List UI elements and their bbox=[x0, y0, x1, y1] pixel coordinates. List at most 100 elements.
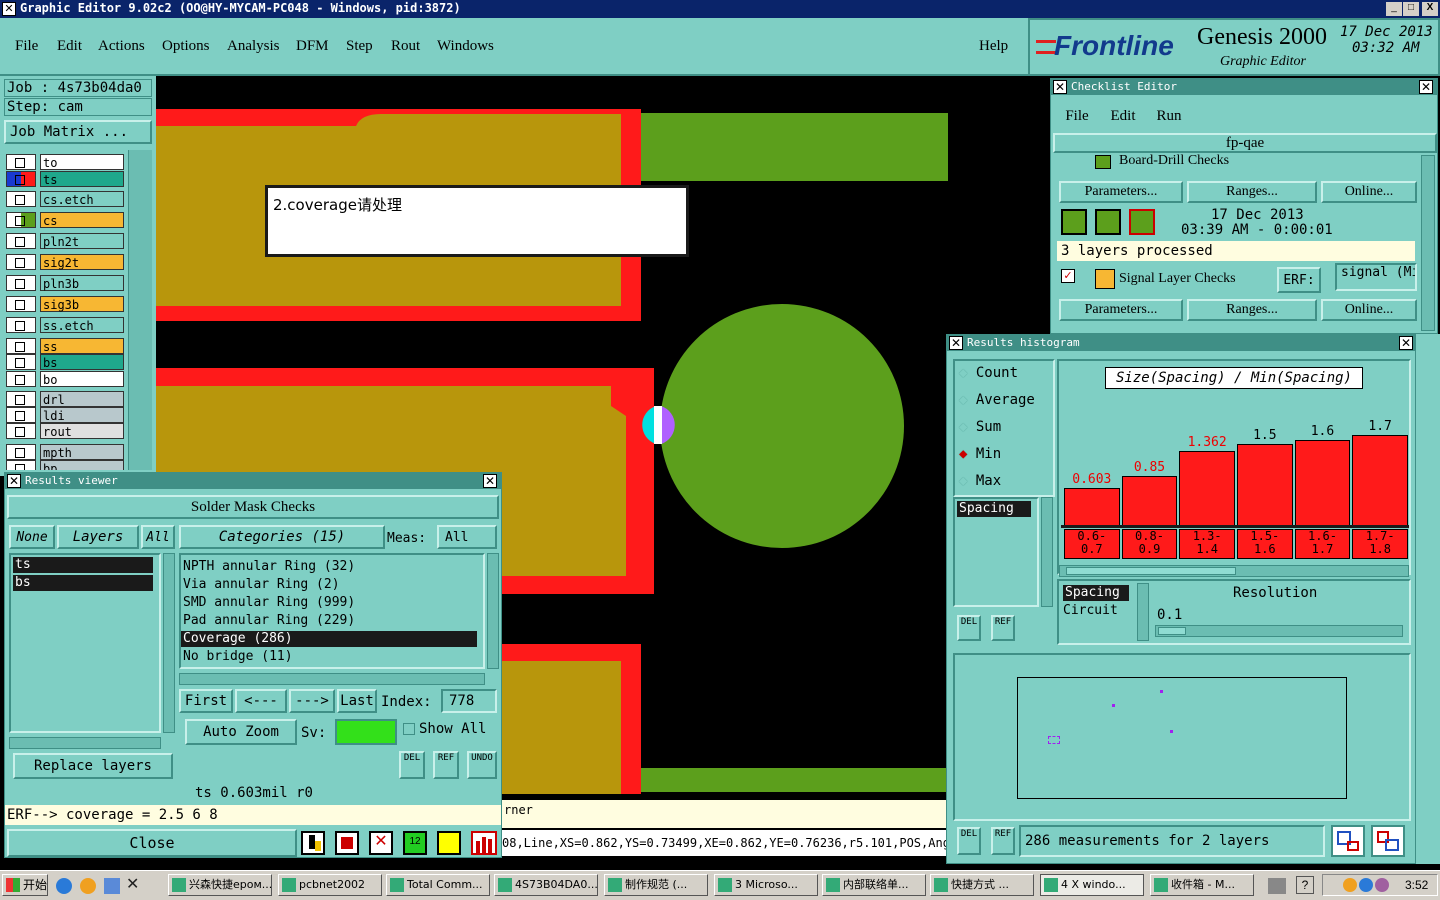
ref-button[interactable]: REF bbox=[433, 751, 459, 779]
layer-row-bp[interactable]: bp bbox=[6, 460, 124, 470]
layer-name[interactable]: bp bbox=[40, 460, 124, 470]
results-viewer-close-icon[interactable]: ✕ bbox=[483, 474, 497, 488]
ranges-button-1[interactable]: Ranges... bbox=[1187, 181, 1317, 203]
all-layers-button[interactable]: All bbox=[141, 525, 175, 549]
category-vscroll[interactable] bbox=[487, 553, 499, 669]
layer-name[interactable]: rout bbox=[40, 423, 124, 439]
layer-name[interactable]: ss.etch bbox=[40, 317, 124, 333]
clock-app-icon[interactable] bbox=[80, 878, 96, 894]
run-icon-3[interactable] bbox=[1129, 209, 1155, 235]
run-icon-1[interactable] bbox=[1061, 209, 1087, 235]
histogram-category[interactable]: 1.5- 1.6 bbox=[1237, 529, 1293, 559]
mode-average[interactable]: ◆ Average bbox=[959, 392, 1035, 408]
layer-name[interactable]: bs bbox=[40, 354, 124, 370]
result-layer-ts[interactable]: ts bbox=[13, 557, 153, 573]
category-no-bridge[interactable]: No bridge (11) bbox=[183, 649, 293, 664]
histogram-category[interactable]: 1.6- 1.7 bbox=[1294, 529, 1351, 559]
histogram-category[interactable]: 0.8- 0.9 bbox=[1121, 529, 1178, 559]
minimap[interactable] bbox=[1017, 677, 1347, 799]
start-button[interactable]: 开始 bbox=[2, 874, 48, 896]
erf-value[interactable]: signal (Mi bbox=[1335, 263, 1417, 291]
app-icon-3[interactable] bbox=[104, 878, 120, 894]
next-button[interactable]: ---> bbox=[289, 689, 335, 713]
histogram-hscroll[interactable] bbox=[1059, 565, 1409, 577]
index-input[interactable]: 778 bbox=[441, 689, 497, 713]
auto-zoom-select[interactable]: Auto Zoom bbox=[185, 719, 297, 745]
replace-layers-select[interactable]: Replace layers bbox=[13, 753, 173, 779]
histogram-category[interactable]: 0.6- 0.7 bbox=[1064, 529, 1120, 559]
layer-name[interactable]: cs bbox=[40, 212, 124, 228]
prev-button[interactable]: <--- bbox=[235, 689, 287, 713]
layer-row-rout[interactable]: rout bbox=[6, 423, 124, 439]
erf-button[interactable]: ERF: bbox=[1277, 267, 1321, 293]
layer-checkbox[interactable] bbox=[6, 171, 36, 187]
layer-row-cs[interactable]: cs bbox=[6, 212, 124, 228]
histogram-category[interactable]: 1.3- 1.4 bbox=[1179, 529, 1235, 559]
histogram-bar[interactable] bbox=[1121, 476, 1178, 527]
signal-check-checkbox[interactable]: ✓ bbox=[1061, 269, 1075, 283]
tool-icon-6[interactable] bbox=[471, 831, 497, 855]
last-button[interactable]: Last bbox=[337, 689, 377, 713]
category-via[interactable]: Via annular Ring (2) bbox=[183, 577, 340, 592]
layer-checkbox[interactable] bbox=[6, 275, 36, 291]
layer-row-drl[interactable]: drl bbox=[6, 391, 124, 407]
layer-row-pln3b[interactable]: pln3b bbox=[6, 275, 124, 291]
menu-analysis[interactable]: Analysis bbox=[227, 38, 280, 55]
parameters-button-2[interactable]: Parameters... bbox=[1059, 299, 1183, 321]
layer-name[interactable]: to bbox=[40, 154, 124, 170]
layer-checkbox[interactable] bbox=[6, 423, 36, 439]
minimap-ref-button[interactable]: REF bbox=[991, 827, 1015, 855]
layer-checkbox[interactable] bbox=[6, 444, 36, 460]
taskbar-item[interactable]: 3 Microso... bbox=[714, 874, 818, 896]
histogram-list-scroll[interactable] bbox=[1041, 497, 1053, 607]
taskbar-item[interactable]: 内部联络单... bbox=[822, 874, 926, 896]
taskbar-item[interactable]: 兴森快捷ером... bbox=[168, 874, 272, 896]
del-button[interactable]: DEL bbox=[399, 751, 425, 779]
taskbar-item[interactable]: 制作规范 (... bbox=[604, 874, 708, 896]
mode-count[interactable]: ◆ Count bbox=[959, 365, 1018, 381]
layer-row-ss[interactable]: ss bbox=[6, 338, 124, 354]
category-hscroll[interactable] bbox=[179, 673, 485, 685]
tray-help-icon[interactable]: ? bbox=[1296, 876, 1314, 894]
menu-dfm[interactable]: DFM bbox=[296, 38, 329, 55]
show-all-checkbox[interactable] bbox=[403, 723, 415, 735]
layer-checkbox[interactable] bbox=[6, 371, 36, 387]
x-app-icon[interactable]: ✕ bbox=[126, 876, 144, 894]
histogram-category[interactable]: 1.7- 1.8 bbox=[1352, 529, 1408, 559]
layer-list-vscroll[interactable] bbox=[163, 553, 175, 733]
meas-select[interactable]: All bbox=[437, 525, 497, 549]
categories-button[interactable]: Categories (15) bbox=[179, 525, 385, 549]
layer-checkbox[interactable] bbox=[6, 233, 36, 249]
close-button[interactable]: Close bbox=[7, 829, 297, 857]
layer-row-ldi[interactable]: ldi bbox=[6, 407, 124, 423]
layer-checkbox[interactable] bbox=[6, 391, 36, 407]
menu-edit[interactable]: Edit bbox=[57, 38, 82, 55]
layer-row-ts[interactable]: ts bbox=[6, 171, 124, 187]
checklist-vscroll[interactable] bbox=[1421, 155, 1435, 331]
category-coverage[interactable]: Coverage (286) bbox=[181, 631, 477, 647]
layer-name[interactable]: ldi bbox=[40, 407, 124, 423]
histogram-bar[interactable] bbox=[1237, 444, 1293, 527]
zoom-area-icon[interactable] bbox=[1371, 825, 1405, 857]
result-layer-bs[interactable]: bs bbox=[13, 575, 153, 591]
layer-checkbox[interactable] bbox=[6, 338, 36, 354]
layer-checkbox[interactable] bbox=[6, 460, 36, 470]
none-button[interactable]: None bbox=[9, 525, 55, 549]
layer-checkbox[interactable] bbox=[6, 191, 36, 207]
layer-row-to[interactable]: to bbox=[6, 154, 124, 170]
menu-options[interactable]: Options bbox=[162, 38, 210, 55]
menu-file[interactable]: File bbox=[15, 38, 38, 55]
run-icon-2[interactable] bbox=[1095, 209, 1121, 235]
menu-help[interactable]: Help bbox=[979, 38, 1008, 55]
layer-row-bs[interactable]: bs bbox=[6, 354, 124, 370]
taskbar-item[interactable]: 快捷方式 ... bbox=[930, 874, 1034, 896]
tool-icon-5[interactable] bbox=[437, 831, 461, 855]
minimap-del-button[interactable]: DEL bbox=[957, 827, 981, 855]
ranges-button-2[interactable]: Ranges... bbox=[1187, 299, 1317, 321]
histogram-bar[interactable] bbox=[1064, 488, 1120, 527]
category-smd[interactable]: SMD annular Ring (999) bbox=[183, 595, 355, 610]
layer-name[interactable]: ss bbox=[40, 338, 124, 354]
layer-row-mpth[interactable]: mpth bbox=[6, 444, 124, 460]
maximize-button[interactable]: □ bbox=[1403, 2, 1419, 16]
layer-checkbox[interactable] bbox=[6, 154, 36, 170]
